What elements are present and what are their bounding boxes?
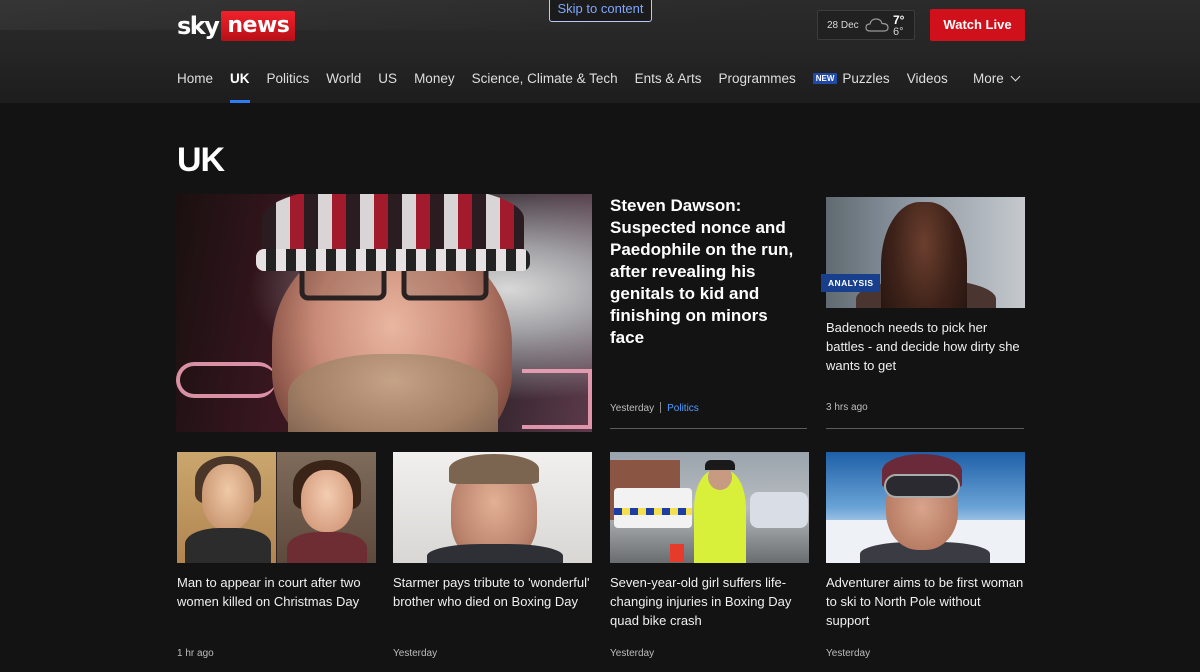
main-nav: Home UK Politics World US Money Science,… xyxy=(177,71,965,103)
image-hair xyxy=(449,454,539,484)
image-face xyxy=(301,470,353,532)
nav-science-climate-tech[interactable]: Science, Climate & Tech xyxy=(472,71,618,103)
chevron-down-icon xyxy=(1010,71,1021,82)
nav-home[interactable]: Home xyxy=(177,71,213,103)
nav-more-button[interactable]: More xyxy=(973,71,1021,86)
story-card-image[interactable] xyxy=(177,452,376,563)
watch-live-button[interactable]: Watch Live xyxy=(930,9,1025,41)
story-card-time: Yesterday xyxy=(610,648,655,659)
lead-story-tag[interactable]: Politics xyxy=(667,403,699,414)
meta-separator xyxy=(660,402,662,413)
lead-image-beard xyxy=(288,354,498,432)
logo-news-text: news xyxy=(221,11,296,41)
page-title: UK xyxy=(177,141,225,179)
lead-story-image[interactable] xyxy=(176,194,592,432)
image-goggles xyxy=(884,474,960,498)
cloud-icon xyxy=(865,18,889,32)
lead-story-headline[interactable]: Steven Dawson: Suspected nonce and Paedo… xyxy=(610,195,805,349)
nav-uk[interactable]: UK xyxy=(230,71,250,103)
image-body xyxy=(185,528,271,563)
side-story-divider xyxy=(826,428,1024,429)
image-cone xyxy=(670,544,684,562)
sky-news-logo[interactable]: sky news xyxy=(177,10,296,42)
new-badge: NEW xyxy=(812,73,838,84)
lead-image-hat-band xyxy=(256,249,530,271)
side-story-time: 3 hrs ago xyxy=(826,402,868,413)
nav-puzzles[interactable]: NEW Puzzles xyxy=(812,71,890,103)
nav-world[interactable]: World xyxy=(326,71,361,103)
nav-programmes[interactable]: Programmes xyxy=(718,71,795,103)
neon-sign-left xyxy=(176,362,276,398)
weather-high: 7° xyxy=(893,13,905,27)
nav-videos[interactable]: Videos xyxy=(907,71,948,103)
image-body xyxy=(287,532,367,563)
nav-us[interactable]: US xyxy=(378,71,397,103)
image-body xyxy=(427,544,563,563)
nav-money[interactable]: Money xyxy=(414,71,455,103)
story-card-image[interactable] xyxy=(393,452,592,563)
card-image-right-panel xyxy=(277,452,376,563)
story-card-image[interactable] xyxy=(826,452,1025,563)
story-card-time: 1 hr ago xyxy=(177,648,214,659)
nav-more-label: More xyxy=(973,71,1004,86)
side-story-headline[interactable]: Badenoch needs to pick her battles - and… xyxy=(826,318,1021,375)
nav-ents-arts[interactable]: Ents & Arts xyxy=(635,71,702,103)
logo-sky-text: sky xyxy=(177,12,220,40)
side-image-person xyxy=(881,202,967,308)
image-face xyxy=(202,464,254,530)
story-card-time: Yesterday xyxy=(393,648,438,659)
lead-story-time: Yesterday xyxy=(610,403,655,414)
story-card-headline[interactable]: Man to appear in court after two women k… xyxy=(177,573,375,611)
analysis-badge: ANALYSIS xyxy=(821,274,881,292)
story-card-image[interactable] xyxy=(610,452,809,563)
site-header: sky news Skip to content 28 Dec 7° 6° Wa… xyxy=(0,0,1200,103)
story-card-headline[interactable]: Adventurer aims to be first woman to ski… xyxy=(826,573,1024,630)
card-image-left-panel xyxy=(177,452,276,563)
lead-story-divider xyxy=(610,428,807,429)
image-van-stripe xyxy=(614,508,692,515)
nav-puzzles-label: Puzzles xyxy=(842,71,890,86)
story-card-headline[interactable]: Seven-year-old girl suffers life-changin… xyxy=(610,573,808,630)
neon-sign-right xyxy=(522,369,592,429)
image-quad-bike xyxy=(750,492,808,528)
weather-low: 6° xyxy=(893,26,904,38)
nav-politics[interactable]: Politics xyxy=(267,71,310,103)
image-officer-cap xyxy=(705,460,735,470)
weather-date: 28 Dec xyxy=(827,20,859,31)
story-card-time: Yesterday xyxy=(826,648,871,659)
story-card-headline[interactable]: Starmer pays tribute to 'wonderful' brot… xyxy=(393,573,591,611)
lead-story-meta: Yesterday Politics xyxy=(610,402,699,414)
weather-widget[interactable]: 28 Dec 7° 6° xyxy=(817,10,915,40)
skip-to-content-link[interactable]: Skip to content xyxy=(549,0,652,22)
